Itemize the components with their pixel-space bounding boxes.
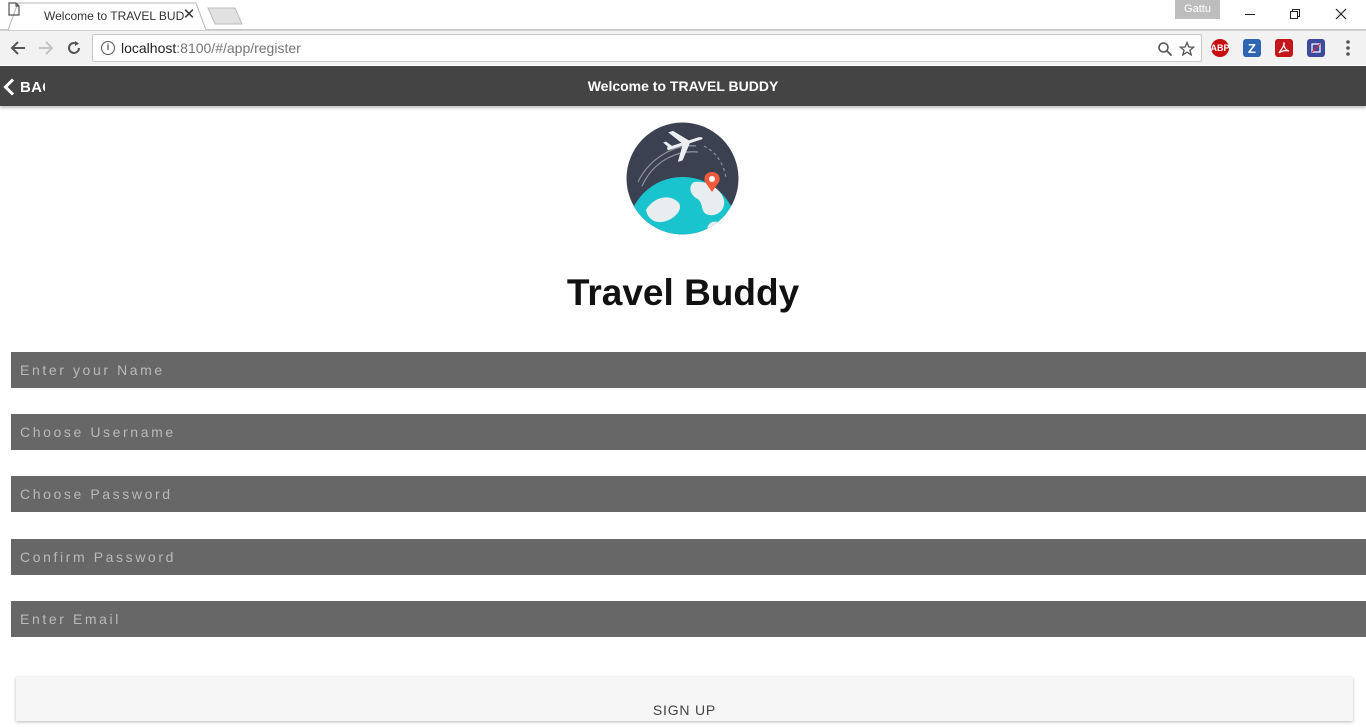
close-icon (1335, 8, 1347, 20)
travel-buddy-logo (626, 122, 739, 235)
zoom-icon[interactable] (1157, 41, 1173, 57)
arrow-right-icon (39, 41, 54, 55)
tab-title: Welcome to TRAVEL BUDD (44, 9, 184, 23)
name-input[interactable] (11, 352, 1366, 388)
extension-icon[interactable] (1307, 39, 1325, 57)
zotero-icon[interactable]: Z (1243, 39, 1261, 57)
extension-glyph (1311, 43, 1321, 53)
back-button[interactable]: BACK (0, 66, 45, 106)
forward-nav-button[interactable] (35, 37, 57, 59)
address-bar[interactable]: i localhost:8100/#/app/register (92, 34, 1202, 62)
brand-title: Travel Buddy (566, 272, 800, 313)
new-tab-button[interactable] (207, 7, 243, 25)
document-icon (8, 2, 20, 16)
close-window-button[interactable] (1318, 0, 1364, 28)
back-nav-button[interactable] (7, 37, 29, 59)
arrow-left-icon (10, 41, 25, 55)
signup-button[interactable]: SIGN UP (16, 677, 1353, 721)
back-label: BACK (20, 79, 45, 96)
confirm-password-input[interactable] (11, 539, 1366, 575)
minimize-icon (1245, 14, 1255, 15)
adblock-label: ABP (1210, 43, 1230, 53)
chevron-left-icon (3, 78, 15, 96)
url-host: localhost (121, 40, 177, 56)
app-header: Welcome to TRAVEL BUDDY BACK (0, 66, 1366, 106)
bookmark-star-icon[interactable] (1179, 41, 1195, 57)
address-url: localhost:8100/#/app/register (121, 40, 301, 57)
username-input[interactable] (11, 414, 1366, 450)
restore-window-button[interactable] (1272, 0, 1318, 28)
minimize-window-button[interactable] (1227, 0, 1273, 28)
browser-tabstrip: Welcome to TRAVEL BUDD ✕ Gattu (0, 0, 1366, 30)
close-tab-icon[interactable]: ✕ (181, 7, 197, 23)
password-input[interactable] (11, 476, 1366, 512)
adblock-plus-icon[interactable]: ABP (1210, 39, 1230, 57)
profile-badge[interactable]: Gattu (1175, 0, 1220, 19)
more-menu-icon[interactable] (1340, 39, 1356, 57)
restore-icon (1290, 9, 1300, 19)
email-input[interactable] (11, 601, 1366, 637)
browser-toolbar: i localhost:8100/#/app/register ABP Z (0, 30, 1366, 65)
reload-button[interactable] (63, 37, 85, 59)
url-path: :8100/#/app/register (176, 40, 301, 56)
info-icon[interactable]: i (101, 41, 115, 55)
browser-tab-active[interactable]: Welcome to TRAVEL BUDD ✕ (8, 2, 206, 30)
zotero-label: Z (1248, 40, 1256, 56)
header-title: Welcome to TRAVEL BUDDY (587, 78, 779, 94)
reload-icon (68, 41, 80, 54)
acrobat-glyph (1278, 42, 1290, 54)
acrobat-icon[interactable] (1275, 39, 1293, 57)
